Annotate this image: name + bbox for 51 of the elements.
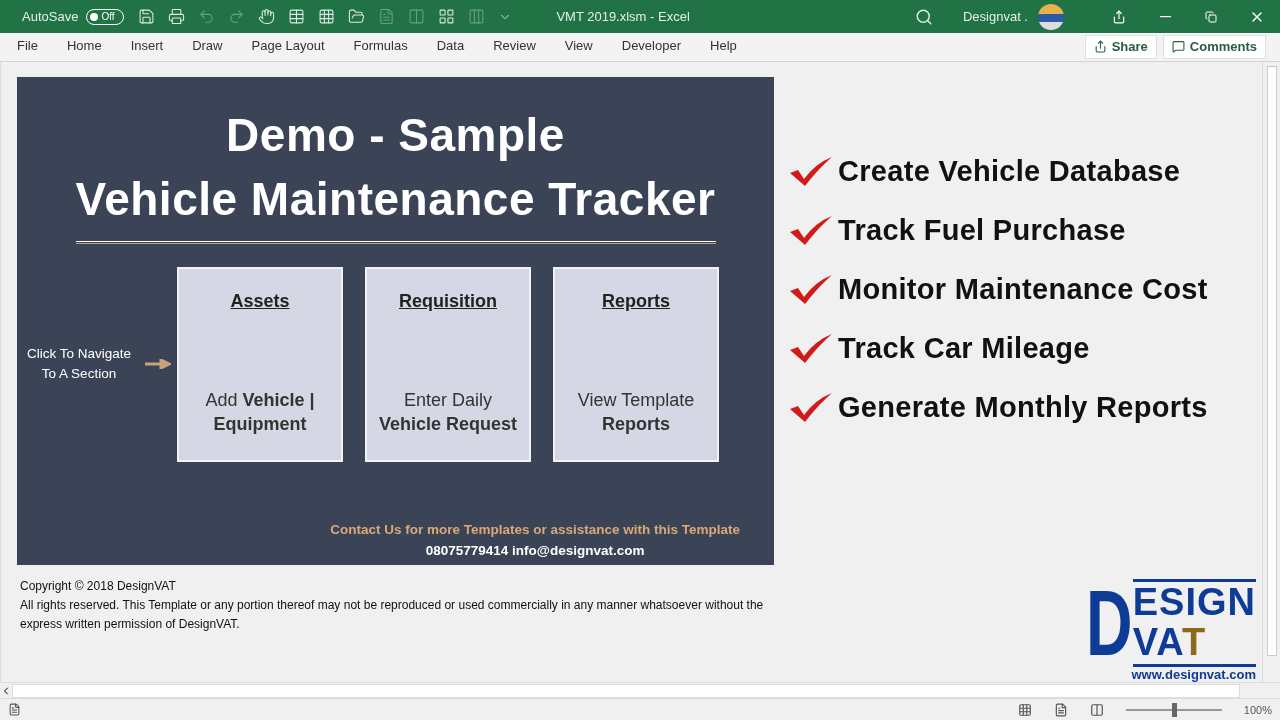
copyright-text: Copyright © 2018 DesignVAT (20, 577, 177, 595)
section-card[interactable]: Requisition Enter Daily Vehicle Request (365, 266, 531, 462)
ribbon-tab[interactable]: Help (710, 34, 737, 60)
feature-text: Generate Monthly Reports (838, 390, 1208, 424)
ribbon-tab[interactable]: Formulas (353, 34, 408, 60)
share-button[interactable]: Share (1084, 34, 1157, 59)
ribbon-tab[interactable]: Home (66, 34, 102, 60)
section-card[interactable]: Reports View Template Reports (553, 266, 719, 462)
save-icon[interactable] (138, 8, 156, 25)
feature-text: Monitor Maintenance Cost (838, 272, 1208, 306)
comments-button[interactable]: Comments (1162, 34, 1266, 59)
rights-text: All rights reserved. This Template or any portion thereof may not be reproduced or used commercially in any manner whatsoever without the express written permission of DesignVAT. (20, 596, 765, 633)
feature-text: Track Car Mileage (838, 331, 1090, 365)
vertical-scrollbar[interactable] (1262, 61, 1280, 682)
ribbon-tab[interactable]: Review (493, 34, 536, 60)
contact-details: 08075779414 info@designvat.com (425, 541, 645, 560)
minimize-icon (1159, 15, 1171, 18)
restore-icon (1205, 10, 1217, 23)
horizontal-scrollbar[interactable] (0, 681, 1280, 699)
feature-text: Track Fuel Purchase (838, 213, 1126, 247)
section-card[interactable]: Assets Add Vehicle | Equipment (177, 266, 343, 462)
share-icon (1093, 40, 1107, 54)
autosave-label: AutoSave (22, 9, 79, 24)
page-layout-icon[interactable] (1053, 702, 1068, 717)
ribbon-tab[interactable]: Draw (192, 34, 223, 60)
search-icon[interactable] (914, 7, 933, 26)
panel-title: Vehicle Maintenance Tracker (75, 171, 716, 227)
zoom-level: 100% (1243, 703, 1272, 716)
upload-icon (1112, 9, 1126, 24)
panel-title: Demo - Sample (226, 107, 565, 163)
ribbon-tab[interactable]: Developer (621, 34, 681, 60)
comment-icon (1171, 40, 1185, 54)
zoom-thumb[interactable] (1171, 702, 1177, 717)
table-icon[interactable] (318, 8, 336, 25)
ribbon-tab[interactable]: Page Layout (251, 34, 325, 60)
user-name: Designvat . (962, 9, 1028, 24)
ribbon-tab[interactable]: Data (436, 34, 465, 60)
avatar[interactable] (1038, 3, 1064, 30)
arrow-icon (145, 359, 171, 370)
print-preview-icon[interactable] (168, 8, 186, 25)
feature-text: Create Vehicle Database (838, 154, 1181, 188)
ribbon-tab[interactable]: View (564, 34, 593, 60)
contact-text: Contact Us for more Templates or assistance with this Template (330, 520, 740, 539)
page-break-icon[interactable] (1089, 702, 1104, 717)
window-title: VMT 2019.xlsm - Excel (556, 9, 690, 24)
website-url: www.designvat.com (1131, 666, 1256, 682)
navigation-hint: Click To Navigate To A Section (25, 345, 132, 384)
ribbon-tab[interactable]: Insert (130, 34, 164, 60)
open-folder-icon[interactable] (348, 8, 366, 25)
ribbon-tab[interactable]: File (17, 34, 38, 60)
normal-view-icon[interactable] (1017, 702, 1032, 717)
